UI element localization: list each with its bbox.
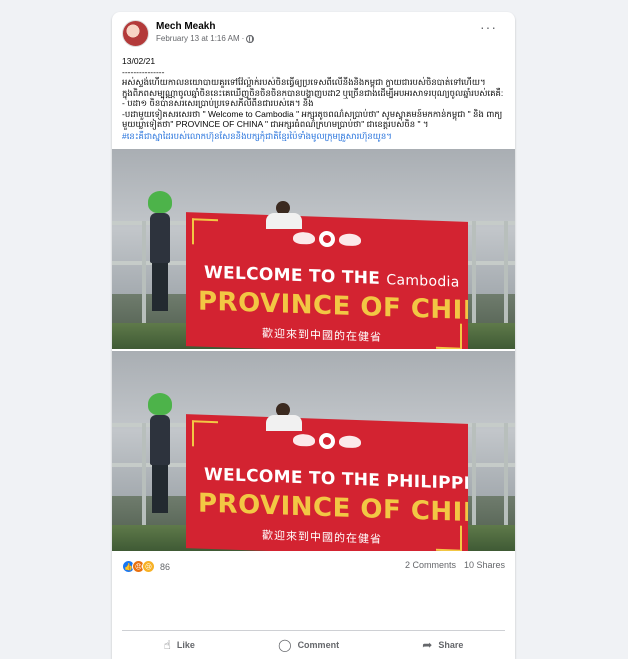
person-shirt	[266, 213, 302, 229]
person-helmet	[146, 191, 172, 311]
post-card: Mech Meakh February 13 at 1:16 AM · ··· …	[112, 12, 515, 659]
dragon-left	[293, 433, 315, 447]
banner-chinese: 歡迎來到中國的在健省	[262, 529, 382, 546]
dragon-left	[293, 231, 315, 245]
banner-corner	[436, 322, 462, 349]
banner-welcome-text: WELCOME TO THE	[204, 464, 381, 491]
comment-label: Comment	[297, 640, 340, 650]
post-line-4: -បដាមួយទៀតសរសេរថា " Welcome to Cambodia …	[122, 108, 503, 130]
banner-place: Cambodia	[386, 272, 460, 291]
like-label: Like	[176, 640, 195, 650]
shares-count[interactable]: 10 Shares	[464, 560, 505, 570]
post-line-3: - បដា១ ចិនបានសរសេរប្រាប់ប្រទេសភីលីពីនជារ…	[122, 98, 314, 108]
banner: WELCOME TO THE PHILIPPINES, PROVINCE OF …	[186, 414, 468, 551]
person-legs	[152, 263, 168, 311]
more-options-icon[interactable]: ···	[480, 20, 497, 34]
post-header: Mech Meakh February 13 at 1:16 AM · ···	[112, 12, 515, 56]
author-name[interactable]: Mech Meakh	[156, 21, 215, 32]
post-date: 13/02/21	[122, 56, 156, 66]
globe-icon[interactable]	[246, 34, 255, 43]
comment-icon: ◯	[278, 638, 292, 652]
banner: WELCOME TO THE Cambodia PROVINCE OF CHIN…	[186, 212, 468, 349]
post-line-2: ក្នុងពិភពសម្បុណ្ណាចូលឆ្នាំចិននេះគេឃើញចិន…	[122, 87, 504, 98]
banner-corner	[192, 218, 218, 246]
helmet	[148, 393, 172, 415]
emblem-center	[319, 230, 335, 248]
banner-province: PROVINCE OF CHINA	[198, 286, 468, 328]
sad-icon: 😢	[142, 560, 155, 573]
person-helmet	[146, 393, 172, 513]
post-meta: February 13 at 1:16 AM ·	[156, 34, 255, 43]
share-button[interactable]: ➦ Share	[400, 634, 485, 656]
post-divider: ---------------	[122, 66, 165, 77]
post-actions: ☝ Like ◯ Comment ➦ Share	[122, 630, 505, 659]
person-white-shirt	[262, 201, 302, 229]
banner-province: PROVINCE OF CHINA	[198, 488, 468, 530]
meta-separator: ·	[241, 34, 245, 43]
person-shirt	[266, 415, 302, 431]
reactions[interactable]: 👍 😠 😢 86	[122, 560, 170, 573]
share-icon: ➦	[422, 638, 433, 652]
post-photo-1[interactable]: WELCOME TO THE Cambodia PROVINCE OF CHIN…	[112, 149, 515, 349]
reaction-count[interactable]: 86	[160, 562, 170, 572]
comment-button[interactable]: ◯ Comment	[256, 634, 361, 656]
helmet	[148, 191, 172, 213]
post-hashtag[interactable]: #នេះគឺជាស្នាដៃរបស់លោកហ៊ុនសែននិងបក្សកុំជា…	[122, 131, 505, 142]
dragon-right	[339, 233, 361, 247]
emblem-center	[319, 432, 335, 450]
post-photo-2[interactable]: WELCOME TO THE PHILIPPINES, PROVINCE OF …	[112, 351, 515, 551]
dragon-emblem	[293, 432, 361, 450]
banner-corner	[436, 524, 462, 551]
banner-corner	[192, 420, 218, 448]
banner-welcome-text: WELCOME TO THE	[204, 262, 381, 289]
banner-place: PHILIPPINES,	[386, 471, 468, 496]
comments-count[interactable]: 2 Comments	[405, 560, 456, 570]
post-stats: 👍 😠 😢 86 2 Comments 10 Shares	[112, 553, 515, 581]
stats-right: 2 Comments 10 Shares	[405, 560, 505, 570]
share-label: Share	[438, 640, 464, 650]
person-body	[150, 415, 170, 465]
dragon-right	[339, 435, 361, 449]
like-button[interactable]: ☝ Like	[142, 634, 217, 656]
post-timestamp[interactable]: February 13 at 1:16 AM	[156, 34, 240, 43]
post-text: 13/02/21 --------------- អស់ស្ទង់ហើយកាលន…	[112, 56, 515, 141]
person-body	[150, 213, 170, 263]
banner-chinese: 歡迎來到中國的在健省	[262, 327, 382, 344]
author-avatar[interactable]	[122, 20, 149, 47]
thumbs-up-icon: ☝	[163, 638, 171, 652]
person-white-shirt	[262, 403, 302, 431]
person-legs	[152, 465, 168, 513]
dragon-emblem	[293, 230, 361, 248]
post-line-1: អស់ស្ទង់ហើយកាលនយោបាយគួរទៅវ៉ែល្អ៉ាក់របស់ច…	[122, 77, 486, 87]
